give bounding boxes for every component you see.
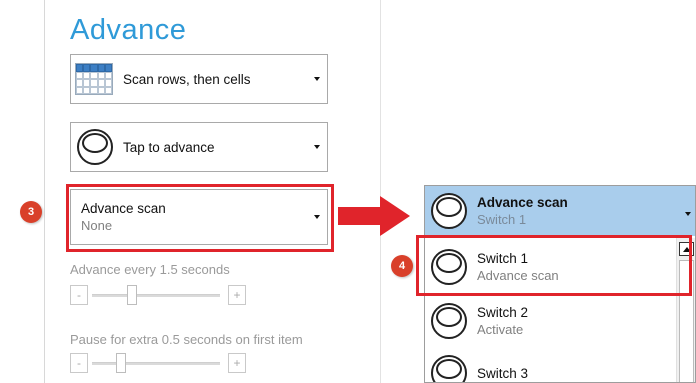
slider-track: [92, 294, 220, 297]
dropdown-item-switch-2[interactable]: Switch 2 Activate: [425, 296, 677, 346]
dropdown-selected-item[interactable]: Advance scan Switch 1: [425, 186, 695, 236]
scan-mode-label: Scan rows, then cells: [123, 71, 251, 87]
slider-thumb[interactable]: [115, 353, 126, 373]
step-badge-4: 4: [391, 255, 413, 277]
scan-grid-icon: [75, 63, 113, 95]
dropdown-header-label: Advance scan: [477, 195, 568, 210]
chevron-down-icon: [685, 212, 691, 216]
pane-divider: [380, 0, 381, 383]
advance-scan-value: None: [81, 218, 113, 233]
item-name: Switch 2: [477, 305, 529, 320]
tap-mode-label: Tap to advance: [123, 139, 215, 155]
step-badge-3: 3: [20, 201, 42, 223]
advance-every-label: Advance every 1.5 seconds: [70, 262, 230, 277]
increase-button[interactable]: +: [228, 285, 246, 305]
switch-button-icon: [431, 303, 467, 339]
advance-every-slider[interactable]: - +: [70, 285, 250, 305]
decrease-button[interactable]: -: [70, 353, 88, 373]
advance-scan-label: Advance scan: [81, 201, 166, 216]
arrow-right-icon: [338, 196, 410, 236]
pause-first-label: Pause for extra 0.5 seconds on first ite…: [70, 332, 303, 347]
dropdown-item-switch-3[interactable]: Switch 3: [425, 348, 677, 382]
switch-button-icon: [431, 355, 467, 382]
item-name: Switch 3: [477, 365, 529, 381]
item-action: Activate: [477, 322, 524, 337]
chevron-down-icon: [314, 145, 320, 149]
left-divider: [44, 0, 45, 383]
switch-button-icon: [431, 193, 467, 229]
slider-thumb[interactable]: [127, 285, 138, 305]
chevron-down-icon: [314, 215, 320, 219]
scan-mode-select[interactable]: Scan rows, then cells: [70, 54, 328, 104]
decrease-button[interactable]: -: [70, 285, 88, 305]
advance-scan-select[interactable]: Advance scan None: [70, 189, 328, 245]
page-title: Advance: [70, 14, 187, 46]
switch-button-icon: [77, 129, 113, 165]
dropdown-header-value: Switch 1: [477, 212, 527, 227]
increase-button[interactable]: +: [228, 353, 246, 373]
tap-mode-select[interactable]: Tap to advance: [70, 122, 328, 172]
slider-track: [92, 362, 220, 365]
chevron-down-icon: [314, 77, 320, 81]
annotation-box-4: [416, 235, 692, 296]
pause-first-slider[interactable]: - +: [70, 353, 250, 373]
